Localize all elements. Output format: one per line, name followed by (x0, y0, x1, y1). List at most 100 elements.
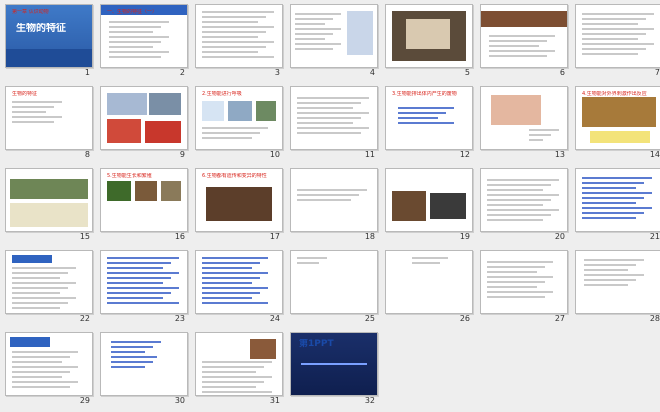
text-line (487, 184, 551, 186)
slide-preview[interactable] (480, 4, 568, 68)
slide-image (6, 49, 92, 67)
slide-title: 生物的特征 (12, 91, 38, 97)
slide-thumbnail-30[interactable]: 30 (97, 330, 191, 412)
slide-preview[interactable] (100, 86, 188, 150)
slide-thumbnail-17[interactable]: 6.生物都有遗传和变异的特性 17 (192, 166, 286, 248)
slide-thumbnail-3[interactable]: 3 (192, 2, 286, 84)
slide-preview[interactable]: 5.生物能生长和繁殖 (100, 168, 188, 232)
slide-thumbnail-20[interactable]: 20 (477, 166, 571, 248)
slide-preview[interactable] (195, 250, 283, 314)
slide-thumbnail-21[interactable]: 21 (572, 166, 660, 248)
text-line (582, 202, 636, 204)
text-line (582, 212, 644, 214)
text-line (582, 197, 644, 199)
slide-preview[interactable]: 生物的特征 (5, 86, 93, 150)
slide-preview[interactable] (385, 168, 473, 232)
slide-preview[interactable] (575, 4, 660, 68)
slide-title: 5.生物能生长和繁殖 (107, 173, 152, 179)
slide-preview[interactable] (385, 4, 473, 68)
slide-preview[interactable] (290, 86, 378, 150)
text-line (487, 291, 553, 293)
slide-preview[interactable] (5, 332, 93, 396)
slide-preview[interactable]: 4.生物能对外界刺激作出反应 (575, 86, 660, 150)
text-line (297, 194, 359, 196)
text-line (295, 48, 333, 50)
text-line (487, 281, 545, 283)
text-line (109, 26, 161, 28)
slide-thumbnail-11[interactable]: 11 (287, 84, 381, 166)
slide-thumbnail-8[interactable]: 生物的特征 8 (2, 84, 96, 166)
slide-thumbnail-24[interactable]: 24 (192, 248, 286, 330)
text-line (582, 18, 646, 20)
text-line (489, 40, 547, 42)
text-line (584, 274, 644, 276)
slide-preview[interactable] (385, 250, 473, 314)
slide-thumbnail-12[interactable]: 3.生物能排出体内产生的废物 12 (382, 84, 476, 166)
slide-preview[interactable] (5, 168, 93, 232)
slide-preview[interactable]: 2.生物能进行呼吸 (195, 86, 283, 150)
text-line (487, 266, 545, 268)
slide-thumbnail-10[interactable]: 2.生物能进行呼吸 10 (192, 84, 286, 166)
slide-number: 2 (179, 68, 185, 77)
slide-number: 8 (84, 150, 90, 159)
slide-preview[interactable] (195, 4, 283, 68)
slide-preview[interactable] (5, 250, 93, 314)
slide-preview[interactable] (575, 250, 660, 314)
slide-thumbnail-16[interactable]: 5.生物能生长和繁殖 16 (97, 166, 191, 248)
text-line (297, 262, 319, 264)
text-line (107, 272, 179, 274)
text-line (107, 302, 179, 304)
slide-thumbnail-13[interactable]: 13 (477, 84, 571, 166)
text-line (202, 391, 272, 393)
slide-thumbnail-2[interactable]: 一、生物的特征（一） 2 (97, 2, 191, 84)
slide-thumbnail-19[interactable]: 19 (382, 166, 476, 248)
slide-preview[interactable] (575, 168, 660, 232)
slide-number: 10 (269, 150, 280, 159)
slide-thumbnail-27[interactable]: 27 (477, 248, 571, 330)
slide-thumbnail-15[interactable]: 15 (2, 166, 96, 248)
slide-thumbnail-25[interactable]: 25 (287, 248, 381, 330)
slide-thumbnail-28[interactable]: 28 (572, 248, 660, 330)
slide-thumbnail-22[interactable]: 22 (2, 248, 96, 330)
slide-preview[interactable]: 第1PPT (290, 332, 378, 396)
text-line (12, 302, 68, 304)
slide-preview[interactable]: 6.生物都有遗传和变异的特性 (195, 168, 283, 232)
slide-thumbnail-26[interactable]: 26 (382, 248, 476, 330)
slide-preview[interactable]: 3.生物能排出体内产生的废物 (385, 86, 473, 150)
slide-preview[interactable] (480, 168, 568, 232)
slide-thumbnail-5[interactable]: 5 (382, 2, 476, 84)
slide-preview[interactable] (480, 86, 568, 150)
slide-number: 24 (269, 314, 280, 323)
slide-thumbnail-23[interactable]: 23 (97, 248, 191, 330)
slide-preview[interactable]: 第一章 认识动物 生物的特征 (5, 4, 93, 68)
slide-thumbnail-14[interactable]: 4.生物能对外界刺激作出反应 14 (572, 84, 660, 166)
slide-preview[interactable] (195, 332, 283, 396)
slide-thumbnail-7[interactable]: 7 (572, 2, 660, 84)
slide-thumbnail-1[interactable]: 第一章 认识动物 生物的特征 1 (2, 2, 96, 84)
text-line (489, 55, 547, 57)
slide-preview[interactable] (290, 250, 378, 314)
text-line (487, 194, 559, 196)
slide-number: 13 (554, 150, 565, 159)
text-line (582, 192, 652, 194)
text-line (297, 97, 369, 99)
slide-thumbnail-31[interactable]: 31 (192, 330, 286, 412)
slide-thumbnail-18[interactable]: 18 (287, 166, 381, 248)
text-line (584, 259, 644, 261)
slide-preview[interactable] (480, 250, 568, 314)
text-line (202, 361, 272, 363)
text-line (489, 50, 555, 52)
slide-preview[interactable] (100, 332, 188, 396)
slide-preview[interactable] (100, 250, 188, 314)
slide-preview[interactable]: 一、生物的特征（一） (100, 4, 188, 68)
slide-image (430, 193, 466, 219)
slide-thumbnail-4[interactable]: 4 (287, 2, 381, 84)
text-line (109, 51, 169, 53)
text-line (12, 101, 62, 103)
slide-thumbnail-29[interactable]: 29 (2, 330, 96, 412)
slide-preview[interactable] (290, 4, 378, 68)
slide-thumbnail-32[interactable]: 第1PPT 32 (287, 330, 381, 412)
slide-thumbnail-9[interactable]: 9 (97, 84, 191, 166)
slide-thumbnail-6[interactable]: 6 (477, 2, 571, 84)
slide-preview[interactable] (290, 168, 378, 232)
